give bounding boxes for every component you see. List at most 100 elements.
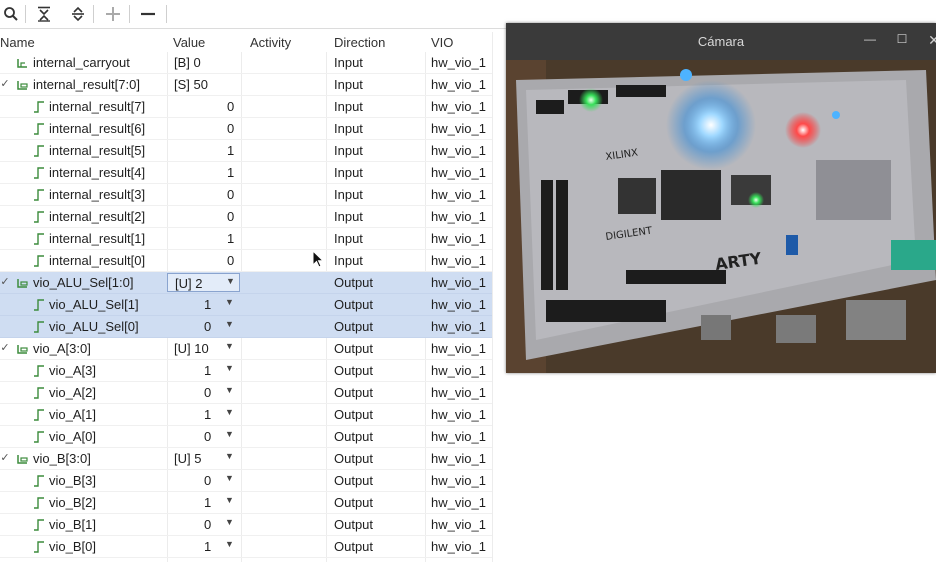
chevron-down-icon[interactable]: ✓ (0, 341, 10, 354)
value-dropdown[interactable]: [U] 2 ▼ (167, 273, 240, 292)
maximize-icon[interactable]: ☐ (892, 32, 912, 50)
table-row[interactable]: internal_result[0] 0 Input hw_vio_1 (0, 250, 492, 272)
dropdown-arrow-icon: ▼ (225, 495, 234, 505)
table-row[interactable]: ✓ vio_B[3:0] [U] 5 ▼ Output hw_vio_1 (0, 448, 492, 470)
probe-value: 0 (204, 319, 212, 334)
chevron-down-icon[interactable]: ✓ (0, 275, 10, 288)
table-row[interactable]: ✓ vio_A[3:0] [U] 10 ▼ Output hw_vio_1 (0, 338, 492, 360)
probe-name: vio_B[3] (49, 473, 96, 488)
probe-vio: hw_vio_1 (431, 319, 486, 334)
probe-direction: Input (334, 253, 363, 268)
value-dropdown[interactable]: 0 ▼ (167, 471, 240, 490)
value-dropdown[interactable]: 0 ▼ (167, 427, 240, 446)
probe-name: vio_B[1] (49, 517, 96, 532)
value-dropdown[interactable]: 1 ▼ (167, 361, 240, 380)
camera-window[interactable]: Cámara — ☐ ✕ DIGILENT ARTY XILINX (506, 23, 936, 373)
probe-name: internal_result[6] (49, 121, 146, 136)
value-dropdown[interactable]: [U] 10 ▼ (167, 339, 240, 358)
value-field: 1 (167, 163, 240, 182)
probe-name: internal_result[7:0] (33, 77, 140, 92)
header-vio[interactable]: VIO (431, 35, 453, 50)
probe-value: 0 (204, 429, 212, 444)
table-row[interactable]: ✓ vio_ALU_Sel[1:0] [U] 2 ▼ Output hw_vio_… (0, 272, 492, 294)
table-row[interactable]: vio_A[1] 1 ▼ Output hw_vio_1 (0, 404, 492, 426)
value-dropdown[interactable]: 0 ▼ (167, 317, 240, 336)
table-row[interactable]: vio_B[3] 0 ▼ Output hw_vio_1 (0, 470, 492, 492)
table-row[interactable]: internal_carryout [B] 0 Input hw_vio_1 (0, 52, 492, 74)
table-row[interactable]: vio_A[3] 1 ▼ Output hw_vio_1 (0, 360, 492, 382)
dropdown-arrow-icon: ▼ (225, 517, 234, 527)
table-row[interactable]: internal_result[6] 0 Input hw_vio_1 (0, 118, 492, 140)
table-row[interactable]: internal_result[2] 0 Input hw_vio_1 (0, 206, 492, 228)
header-value[interactable]: Value (173, 35, 205, 50)
probe-value: [B] 0 (174, 55, 201, 70)
value-dropdown[interactable]: 1 ▼ (167, 405, 240, 424)
probe-direction: Output (334, 495, 374, 510)
value-dropdown[interactable]: 0 ▼ (167, 383, 240, 402)
value-dropdown[interactable]: [U] 5 ▼ (167, 449, 240, 468)
window-titlebar[interactable]: Cámara — ☐ ✕ (506, 23, 936, 60)
table-row[interactable]: vio_A[2] 0 ▼ Output hw_vio_1 (0, 382, 492, 404)
table-row[interactable]: vio_A[0] 0 ▼ Output hw_vio_1 (0, 426, 492, 448)
bit-signal-icon (34, 145, 44, 157)
minus-icon[interactable] (137, 4, 159, 24)
header-direction[interactable]: Direction (334, 35, 385, 50)
value-field: 0 (167, 97, 240, 116)
value-dropdown[interactable]: 1 ▼ (167, 537, 240, 556)
table-row[interactable]: ✓ internal_result[7:0] [S] 50 Input hw_v… (0, 74, 492, 96)
chevron-down-icon[interactable]: ✓ (0, 77, 10, 90)
header-name[interactable]: Name (0, 35, 35, 50)
minimize-icon[interactable]: — (860, 32, 880, 50)
value-dropdown[interactable]: 0 ▼ (167, 515, 240, 534)
dropdown-arrow-icon: ▼ (225, 539, 234, 549)
plus-icon[interactable] (102, 4, 124, 24)
dropdown-arrow-icon: ▼ (225, 429, 234, 439)
bit-signal-icon (34, 123, 44, 135)
table-row[interactable]: internal_result[4] 1 Input hw_vio_1 (0, 162, 492, 184)
probe-vio: hw_vio_1 (431, 143, 486, 158)
probe-direction: Input (334, 77, 363, 92)
probe-name: internal_result[2] (49, 209, 146, 224)
dropdown-arrow-icon: ▼ (225, 385, 234, 395)
probe-direction: Output (334, 341, 374, 356)
table-row[interactable]: vio_B[0] 1 ▼ Output hw_vio_1 (0, 536, 492, 558)
probe-name: internal_result[7] (49, 99, 146, 114)
table-row[interactable]: vio_B[1] 0 ▼ Output hw_vio_1 (0, 514, 492, 536)
collapse-all-icon[interactable] (33, 4, 55, 24)
value-field: 0 (167, 251, 240, 270)
expand-all-icon[interactable] (67, 4, 89, 24)
probe-direction: Input (334, 99, 363, 114)
chevron-down-icon[interactable]: ✓ (0, 451, 10, 464)
bit-signal-icon (34, 409, 44, 421)
probe-value: 0 (227, 253, 235, 268)
value-dropdown[interactable]: 1 ▼ (167, 493, 240, 512)
value-field: 0 (167, 185, 240, 204)
probe-name: internal_result[0] (49, 253, 146, 268)
probe-name: vio_A[2] (49, 385, 96, 400)
probe-name: vio_A[1] (49, 407, 96, 422)
bus-icon (17, 345, 28, 354)
table-row[interactable]: vio_ALU_Sel[1] 1 ▼ Output hw_vio_1 (0, 294, 492, 316)
table-row[interactable]: internal_result[7] 0 Input hw_vio_1 (0, 96, 492, 118)
probe-value: 1 (227, 231, 235, 246)
probe-vio: hw_vio_1 (431, 77, 486, 92)
probe-name: vio_A[3] (49, 363, 96, 378)
table-row[interactable]: vio_B[2] 1 ▼ Output hw_vio_1 (0, 492, 492, 514)
search-icon[interactable] (0, 4, 22, 24)
value-dropdown[interactable]: 1 ▼ (167, 295, 240, 314)
header-activity[interactable]: Activity (250, 35, 291, 50)
table-row[interactable]: vio_ALU_Sel[0] 0 ▼ Output hw_vio_1 (0, 316, 492, 338)
probe-value: 0 (204, 517, 212, 532)
table-row[interactable]: internal_result[5] 1 Input hw_vio_1 (0, 140, 492, 162)
probe-value: 0 (227, 187, 235, 202)
probe-vio: hw_vio_1 (431, 297, 486, 312)
table-row[interactable]: internal_result[1] 1 Input hw_vio_1 (0, 228, 492, 250)
probe-name: vio_B[0] (49, 539, 96, 554)
probe-direction: Output (334, 429, 374, 444)
probe-value: 1 (227, 165, 235, 180)
close-icon[interactable]: ✕ (924, 32, 936, 50)
probe-value: 0 (227, 121, 235, 136)
table-row[interactable]: internal_result[3] 0 Input hw_vio_1 (0, 184, 492, 206)
probe-direction: Output (334, 539, 374, 554)
bus-icon (17, 455, 28, 464)
